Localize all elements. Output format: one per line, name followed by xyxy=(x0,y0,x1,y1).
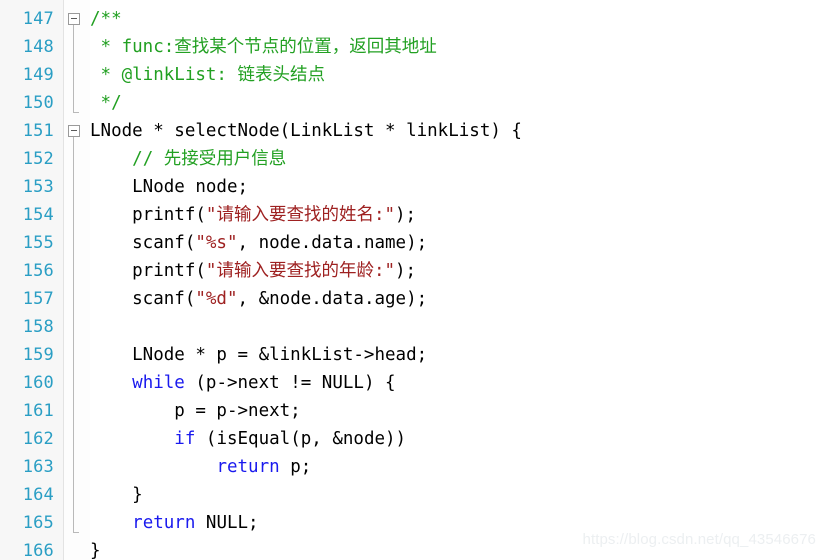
token-plain: } xyxy=(90,541,101,560)
line-number: 149 xyxy=(22,65,54,85)
fold-collapse-icon[interactable] xyxy=(68,125,80,137)
token-plain: ); xyxy=(395,205,417,225)
token-kw: if xyxy=(174,429,196,449)
code-text: } xyxy=(90,537,101,560)
code-line[interactable]: 159 LNode * p = &linkList->head; xyxy=(0,341,825,369)
token-plain: LNode * p = &linkList->head; xyxy=(90,345,428,365)
code-text: if (isEqual(p, &node)) xyxy=(90,425,406,453)
token-plain: , node.data.name); xyxy=(237,233,428,253)
code-text: scanf("%d", &node.data.age); xyxy=(90,285,427,313)
code-line[interactable]: 152 // 先接受用户信息 xyxy=(0,145,825,173)
code-line[interactable]: 163 return p; xyxy=(0,453,825,481)
code-text: */ xyxy=(90,89,122,117)
token-plain: } xyxy=(90,485,143,505)
token-kw: return xyxy=(132,513,196,533)
line-number: 166 xyxy=(22,541,54,560)
code-line[interactable]: 164 } xyxy=(0,481,825,509)
code-text: * func:查找某个节点的位置，返回其地址 xyxy=(90,33,437,61)
code-text: * @linkList: 链表头结点 xyxy=(90,61,325,89)
code-text: scanf("%s", node.data.name); xyxy=(90,229,427,257)
line-number: 153 xyxy=(22,177,54,197)
token-cmt: * func:查找某个节点的位置，返回其地址 xyxy=(90,37,437,57)
token-kw: return xyxy=(216,457,280,477)
line-number: 162 xyxy=(22,429,54,449)
token-str: "请输入要查找的年龄:" xyxy=(205,261,396,281)
token-plain: scanf( xyxy=(90,233,196,253)
token-plain: p; xyxy=(279,457,312,477)
line-number: 156 xyxy=(22,261,54,281)
token-cmt: // 先接受用户信息 xyxy=(132,149,287,169)
line-number: 157 xyxy=(22,289,54,309)
line-number: 150 xyxy=(22,93,54,113)
token-str: "%d" xyxy=(195,289,238,309)
code-text: printf("请输入要查找的年龄:"); xyxy=(90,257,416,285)
code-text: } xyxy=(90,481,143,509)
code-line[interactable]: 154 printf("请输入要查找的姓名:"); xyxy=(0,201,825,229)
code-text: while (p->next != NULL) { xyxy=(90,369,396,397)
line-number: 165 xyxy=(22,513,54,533)
line-number: 148 xyxy=(22,37,54,57)
token-plain: printf( xyxy=(90,261,206,281)
code-line[interactable]: 158 xyxy=(0,313,825,341)
code-line[interactable]: 150 */ xyxy=(0,89,825,117)
code-line[interactable]: 147 /** xyxy=(0,5,825,33)
line-number: 159 xyxy=(22,345,54,365)
code-line[interactable]: 151 LNode * selectNode(LinkList * linkLis… xyxy=(0,117,825,145)
code-text: /** xyxy=(90,5,122,33)
code-text: return NULL; xyxy=(90,509,259,537)
code-line[interactable]: 162 if (isEqual(p, &node)) xyxy=(0,425,825,453)
line-number: 151 xyxy=(22,121,54,141)
token-str: "请输入要查找的姓名:" xyxy=(205,205,396,225)
token-kw: while xyxy=(132,373,185,393)
fold-collapse-icon[interactable] xyxy=(68,13,80,25)
line-number: 154 xyxy=(22,205,54,225)
token-plain: , &node.data.age); xyxy=(237,289,428,309)
code-line[interactable]: 157 scanf("%d", &node.data.age); xyxy=(0,285,825,313)
line-number: 160 xyxy=(22,373,54,393)
token-plain: LNode * selectNode(LinkList * linkList) … xyxy=(90,121,522,141)
code-text: LNode * p = &linkList->head; xyxy=(90,341,427,369)
token-plain: (isEqual(p, &node)) xyxy=(195,429,407,449)
code-line[interactable]: 156 printf("请输入要查找的年龄:"); xyxy=(0,257,825,285)
code-line[interactable]: 148 * func:查找某个节点的位置，返回其地址 xyxy=(0,33,825,61)
code-line[interactable]: 155 scanf("%s", node.data.name); xyxy=(0,229,825,257)
token-plain: printf( xyxy=(90,205,206,225)
token-cmt: */ xyxy=(90,93,122,113)
code-text: // 先接受用户信息 xyxy=(90,145,286,173)
csdn-watermark: https://blog.csdn.net/qq_43546676 xyxy=(582,531,816,548)
code-text: p = p->next; xyxy=(90,397,301,425)
code-line[interactable]: 160 while (p->next != NULL) { xyxy=(0,369,825,397)
token-plain: p = p->next; xyxy=(90,401,301,421)
code-line[interactable]: 161 p = p->next; xyxy=(0,397,825,425)
code-text: LNode node; xyxy=(90,173,248,201)
line-number: 164 xyxy=(22,485,54,505)
token-plain: LNode node; xyxy=(90,177,249,197)
code-line[interactable]: 149 * @linkList: 链表头结点 xyxy=(0,61,825,89)
line-number: 163 xyxy=(22,457,54,477)
code-editor[interactable]: 147/** 148 * func:查找某个节点的位置，返回其地址 149 * @l… xyxy=(0,0,825,560)
code-text: LNode * selectNode(LinkList * linkList) … xyxy=(90,117,522,145)
line-number: 152 xyxy=(22,149,54,169)
line-number: 155 xyxy=(22,233,54,253)
line-number: 147 xyxy=(22,9,54,29)
token-plain: scanf( xyxy=(90,289,196,309)
token-plain: NULL; xyxy=(195,513,259,533)
line-number: 158 xyxy=(22,317,54,337)
code-text: printf("请输入要查找的姓名:"); xyxy=(90,201,416,229)
code-line[interactable]: 153 LNode node; xyxy=(0,173,825,201)
token-cmt: /** xyxy=(90,9,122,29)
code-text: return p; xyxy=(90,453,311,481)
token-cmt: * @linkList: 链表头结点 xyxy=(90,65,326,85)
token-plain: ); xyxy=(395,261,417,281)
line-number: 161 xyxy=(22,401,54,421)
token-plain: (p->next != NULL) { xyxy=(184,373,396,393)
token-str: "%s" xyxy=(195,233,238,253)
